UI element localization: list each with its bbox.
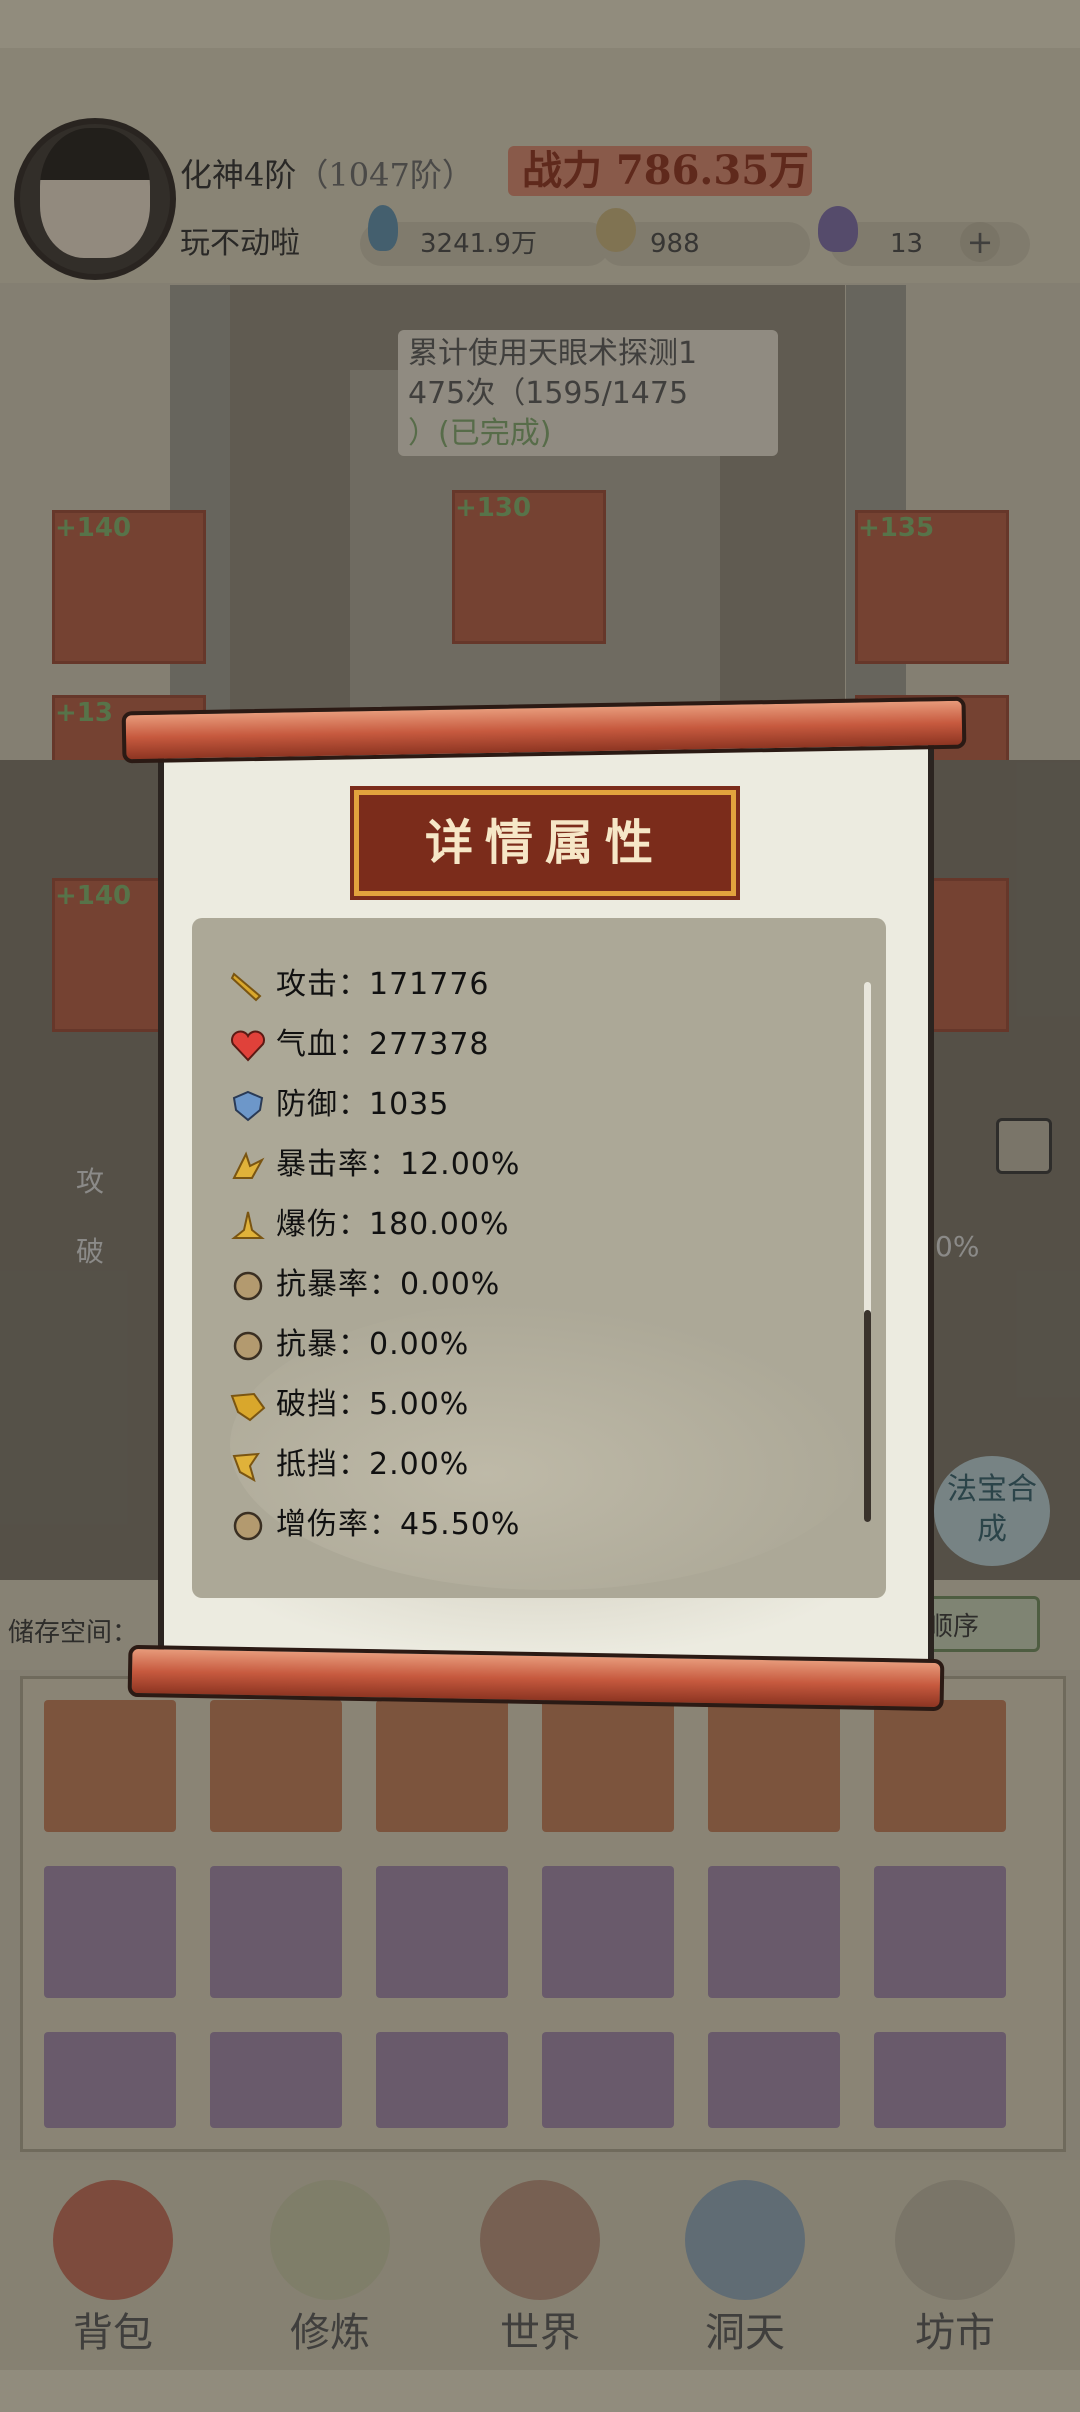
shield-icon	[232, 1090, 264, 1122]
stat-label: 破挡：	[276, 1387, 369, 1422]
stat-row-block: 抵挡：2.00%	[232, 1438, 470, 1492]
stat-label: 抗暴：	[276, 1327, 369, 1362]
heart-icon	[231, 1030, 265, 1062]
stat-value: 2.00%	[369, 1447, 470, 1482]
stat-value: 45.50%	[400, 1507, 521, 1542]
circle-icon	[233, 1331, 263, 1361]
stat-label: 暴击率：	[276, 1147, 400, 1182]
stat-value: 0.00%	[400, 1267, 501, 1302]
stat-value: 0.00%	[369, 1327, 470, 1362]
stat-value: 277378	[369, 1027, 490, 1062]
stat-value: 1035	[369, 1087, 450, 1122]
break-block-icon	[230, 1392, 266, 1422]
stat-label: 抗暴率：	[276, 1267, 400, 1302]
stat-row-crit-resist-rate: 抗暴率：0.00%	[233, 1258, 501, 1312]
crit-icon	[232, 1151, 265, 1179]
crit-damage-icon	[231, 1211, 265, 1239]
stat-label: 增伤率：	[276, 1507, 400, 1542]
stat-row-crit-rate: 暴击率：12.00%	[232, 1138, 521, 1192]
stat-row-break-block: 破挡：5.00%	[230, 1378, 470, 1432]
stats-scrollbar-thumb[interactable]	[864, 1310, 871, 1522]
circle-icon	[233, 1271, 263, 1301]
stat-row-hp: 气血：277378	[231, 1018, 490, 1072]
stat-value: 5.00%	[369, 1387, 470, 1422]
stat-label: 气血：	[276, 1027, 369, 1062]
stat-label: 防御：	[276, 1087, 369, 1122]
stat-row-crit-resist: 抗暴：0.00%	[233, 1318, 470, 1372]
stat-label: 抵挡：	[276, 1447, 369, 1482]
stat-value: 180.00%	[369, 1207, 510, 1242]
stat-label: 攻击：	[276, 967, 369, 1002]
dialog-title: 详情属性	[354, 790, 736, 896]
circle-icon	[233, 1511, 263, 1541]
stat-value: 171776	[369, 967, 490, 1002]
stat-row-crit-damage: 爆伤：180.00%	[231, 1198, 510, 1252]
sword-icon	[230, 972, 262, 1002]
stat-value: 12.00%	[400, 1147, 521, 1182]
stat-row-attack: 攻击：171776	[230, 958, 490, 1012]
block-icon	[232, 1452, 260, 1482]
stat-label: 爆伤：	[276, 1207, 369, 1242]
stat-row-damage-bonus: 增伤率：45.50%	[233, 1498, 521, 1552]
stat-row-defense: 防御：1035	[232, 1078, 450, 1132]
